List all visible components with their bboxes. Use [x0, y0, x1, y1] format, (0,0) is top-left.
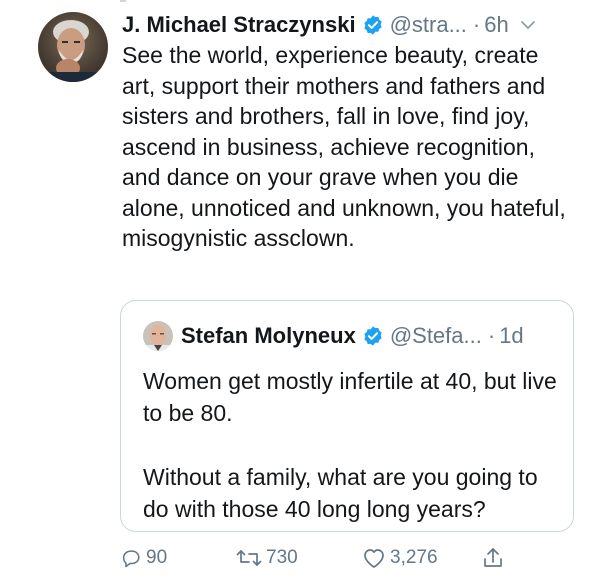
author-avatar[interactable]: [38, 12, 108, 82]
reply-count: 90: [146, 547, 168, 568]
quoted-tweet-text: Women get mostly infertile at 40, but li…: [143, 365, 563, 525]
tweet-timestamp[interactable]: 6h: [484, 12, 508, 38]
verified-badge-icon: [362, 14, 384, 36]
retweet-button[interactable]: 730: [236, 543, 298, 573]
tweet-action-bar: 90 730 3,276: [120, 543, 540, 573]
chevron-down-icon[interactable]: [519, 16, 537, 34]
reply-button[interactable]: 90: [120, 543, 167, 573]
like-count: 3,276: [390, 547, 438, 568]
separator-dot: ·: [487, 323, 496, 348]
reply-icon: [120, 547, 142, 569]
share-button[interactable]: [482, 543, 504, 573]
quoted-author-name[interactable]: Stefan Molyneux: [181, 323, 356, 349]
retweet-icon: [236, 547, 262, 569]
quoted-author-avatar[interactable]: [143, 321, 173, 351]
author-handle[interactable]: @stra...: [390, 12, 467, 38]
tweet-header: J. Michael Straczynski @stra... · 6h: [122, 10, 584, 40]
quoted-tweet-timestamp[interactable]: 1d: [499, 323, 523, 349]
retweet-count: 730: [266, 547, 298, 568]
divider-mark: [120, 0, 126, 2]
author-name[interactable]: J. Michael Straczynski: [122, 12, 356, 38]
separator-dot: ·: [472, 12, 481, 37]
quoted-tweet-header: Stefan Molyneux @Stefa... · 1d: [181, 321, 563, 351]
tweet-text: See the world, experience beauty, create…: [122, 42, 566, 251]
quoted-author-handle[interactable]: @Stefa...: [390, 323, 482, 349]
like-button[interactable]: 3,276: [362, 543, 438, 573]
quoted-paragraph: Women get mostly infertile at 40, but li…: [143, 368, 557, 426]
verified-badge-icon: [362, 325, 384, 347]
quoted-paragraph: Without a family, what are you going to …: [143, 464, 538, 522]
share-icon: [482, 546, 504, 570]
heart-icon: [362, 547, 386, 569]
quoted-tweet-card[interactable]: Stefan Molyneux @Stefa... · 1d Women get…: [120, 300, 574, 532]
